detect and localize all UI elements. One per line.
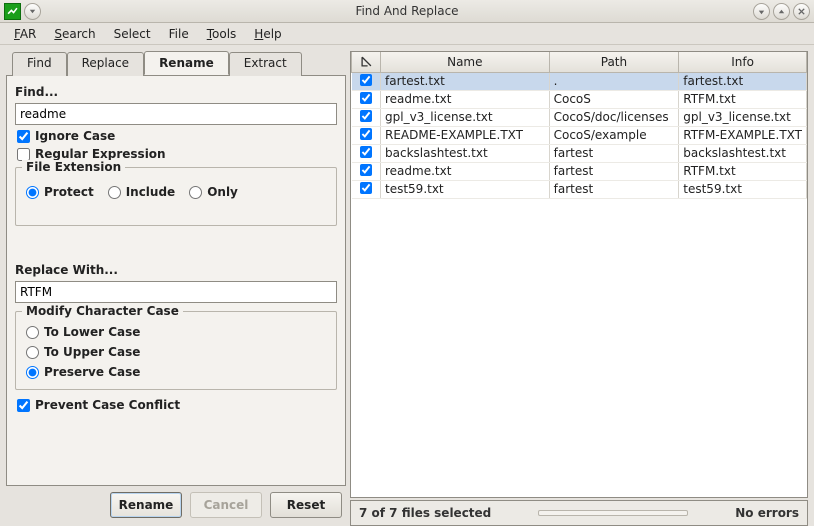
table-row[interactable]: backslashtest.txtfartestbackslashtest.tx…	[352, 144, 807, 162]
window: Find And Replace FARSearchSelectFileTool…	[0, 0, 814, 526]
rename-button[interactable]: Rename	[110, 492, 182, 518]
menu-search[interactable]: Search	[46, 25, 103, 43]
menu-help[interactable]: Help	[246, 25, 289, 43]
button-bar: Rename Cancel Reset	[6, 486, 346, 526]
modify-case-legend: Modify Character Case	[22, 304, 183, 318]
cell-info: RTFM.txt	[679, 90, 807, 108]
cell-info: RTFM.txt	[679, 162, 807, 180]
table-row[interactable]: readme.txtCocoSRTFM.txt	[352, 90, 807, 108]
cell-name: test59.txt	[381, 180, 550, 198]
file-table[interactable]: NamePathInfo fartest.txt.fartest.txtread…	[350, 51, 808, 498]
left-pane: FindReplaceRenameExtract Find... Ignore …	[6, 51, 346, 526]
tab-find[interactable]: Find	[12, 52, 67, 76]
header-path[interactable]: Path	[549, 52, 679, 72]
cell-info: RTFM-EXAMPLE.TXT	[679, 126, 807, 144]
right-pane: NamePathInfo fartest.txt.fartest.txtread…	[350, 51, 808, 526]
header-info[interactable]: Info	[679, 52, 807, 72]
header-name[interactable]: Name	[381, 52, 550, 72]
status-progress	[499, 510, 727, 516]
mod-case-option-preserve-case[interactable]: Preserve Case	[26, 365, 328, 379]
mod-case-option-to-upper-case[interactable]: To Upper Case	[26, 345, 328, 359]
cancel-button: Cancel	[190, 492, 262, 518]
row-checkbox[interactable]	[360, 164, 372, 176]
cell-path: CocoS/doc/licenses	[549, 108, 679, 126]
ignore-case-label: Ignore Case	[35, 129, 115, 143]
tab-content-rename: Find... Ignore Case Regular Expression F…	[6, 75, 346, 486]
main-area: FindReplaceRenameExtract Find... Ignore …	[0, 45, 814, 526]
cell-path: .	[549, 72, 679, 90]
table-row[interactable]: readme.txtfartestRTFM.txt	[352, 162, 807, 180]
cell-path: CocoS	[549, 90, 679, 108]
modify-case-group: Modify Character Case To Lower CaseTo Up…	[15, 311, 337, 390]
cell-info: backslashtest.txt	[679, 144, 807, 162]
cell-name: fartest.txt	[381, 72, 550, 90]
replace-with-label: Replace With...	[15, 263, 337, 277]
status-bar: 7 of 7 files selected No errors	[350, 500, 808, 526]
menu-far[interactable]: FAR	[6, 25, 44, 43]
menubar: FARSearchSelectFileToolsHelp	[0, 23, 814, 45]
file-ext-option-include[interactable]: Include	[108, 185, 176, 199]
tab-bar: FindReplaceRenameExtract	[6, 51, 346, 75]
menu-select[interactable]: Select	[106, 25, 159, 43]
close-button[interactable]	[793, 3, 810, 20]
row-checkbox[interactable]	[360, 182, 372, 194]
mod-case-option-to-lower-case[interactable]: To Lower Case	[26, 325, 328, 339]
prevent-conflict-checkbox[interactable]	[17, 399, 30, 412]
app-icon	[4, 3, 21, 20]
replace-with-input[interactable]	[15, 281, 337, 303]
status-selection: 7 of 7 files selected	[359, 506, 491, 520]
cell-name: gpl_v3_license.txt	[381, 108, 550, 126]
reset-button[interactable]: Reset	[270, 492, 342, 518]
table-row[interactable]: fartest.txt.fartest.txt	[352, 72, 807, 90]
window-menu-button[interactable]	[24, 3, 41, 20]
cell-info: gpl_v3_license.txt	[679, 108, 807, 126]
cell-name: readme.txt	[381, 162, 550, 180]
ignore-case-checkbox[interactable]	[17, 130, 30, 143]
file-extension-group: File Extension ProtectIncludeOnly	[15, 167, 337, 226]
prevent-conflict-label: Prevent Case Conflict	[35, 398, 180, 412]
window-title: Find And Replace	[0, 4, 814, 18]
table-row[interactable]: gpl_v3_license.txtCocoS/doc/licensesgpl_…	[352, 108, 807, 126]
tab-replace[interactable]: Replace	[67, 52, 144, 76]
file-ext-option-only[interactable]: Only	[189, 185, 238, 199]
header-select-all[interactable]	[352, 52, 381, 72]
cell-name: readme.txt	[381, 90, 550, 108]
menu-tools[interactable]: Tools	[199, 25, 245, 43]
row-checkbox[interactable]	[360, 74, 372, 86]
row-checkbox[interactable]	[360, 92, 372, 104]
tab-rename[interactable]: Rename	[144, 51, 229, 75]
row-checkbox[interactable]	[360, 146, 372, 158]
titlebar: Find And Replace	[0, 0, 814, 23]
regex-label: Regular Expression	[35, 147, 166, 161]
status-errors: No errors	[735, 506, 799, 520]
cell-name: README-EXAMPLE.TXT	[381, 126, 550, 144]
find-label: Find...	[15, 85, 337, 99]
cell-info: test59.txt	[679, 180, 807, 198]
row-checkbox[interactable]	[360, 110, 372, 122]
tab-extract[interactable]: Extract	[229, 52, 302, 76]
minimize-button[interactable]	[753, 3, 770, 20]
cell-name: backslashtest.txt	[381, 144, 550, 162]
menu-file[interactable]: File	[161, 25, 197, 43]
cell-path: CocoS/example	[549, 126, 679, 144]
row-checkbox[interactable]	[360, 128, 372, 140]
cell-path: fartest	[549, 162, 679, 180]
cell-path: fartest	[549, 144, 679, 162]
cell-info: fartest.txt	[679, 72, 807, 90]
cell-path: fartest	[549, 180, 679, 198]
file-ext-option-protect[interactable]: Protect	[26, 185, 94, 199]
table-row[interactable]: README-EXAMPLE.TXTCocoS/exampleRTFM-EXAM…	[352, 126, 807, 144]
maximize-button[interactable]	[773, 3, 790, 20]
regex-checkbox[interactable]	[17, 148, 30, 161]
file-extension-legend: File Extension	[22, 160, 125, 174]
find-input[interactable]	[15, 103, 337, 125]
table-row[interactable]: test59.txtfartesttest59.txt	[352, 180, 807, 198]
